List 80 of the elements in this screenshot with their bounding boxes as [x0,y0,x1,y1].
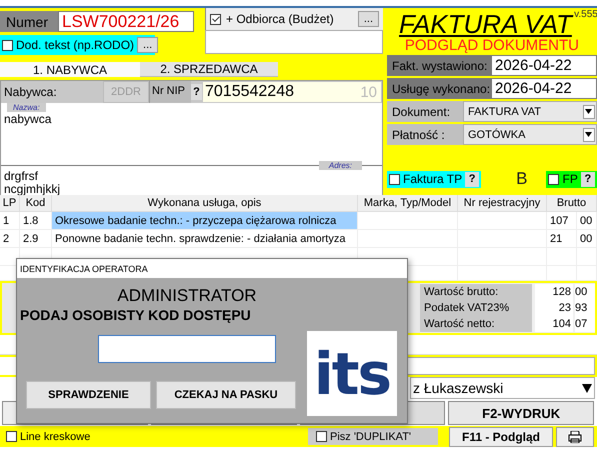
total-cents: 00 [575,284,595,300]
barcode-lines-label: Line kreskowe [20,430,90,442]
print-button[interactable]: F2-WYDRUK [448,401,594,425]
total-value: 128 [535,284,573,300]
recipient-label: + Odbiorca (Budżet) [226,12,334,26]
flag-label: FP [562,172,578,186]
flag-label: Faktura TP [403,172,462,186]
number-field[interactable]: LSW700221/26 [58,11,194,32]
total-value: 23 [535,300,573,316]
field-label: Dokument: [387,101,463,122]
buyer-address-field[interactable]: drgfrsf ncgjmhjkkj [1,170,382,196]
total-label: Podatek VAT23% [420,300,532,316]
column-header: Brutto [547,195,597,212]
duplicate-checkbox[interactable] [316,431,327,442]
table-cell: 107 [547,212,577,230]
more-button[interactable]: ... [358,11,379,27]
field-label: Płatność : [387,124,463,145]
flag-checkbox[interactable] [389,174,400,184]
dropdown-caret-icon[interactable] [582,384,592,392]
user-name: ADMINISTRATOR [117,286,257,306]
address-caption: Adres: [318,161,362,170]
table-cell: 2.9 [20,230,52,248]
total-value: 104 [535,316,573,332]
column-header: Kod [20,195,52,212]
more-button[interactable]: ... [137,37,158,53]
dropdown-caret-icon[interactable] [582,128,595,142]
document-subtitle: PODGLĄD DOKUMENTU [404,38,579,53]
barcode-lines-checkbox[interactable] [6,431,17,442]
extra-text-checkbox[interactable] [2,40,13,50]
table-cell: 00 [577,230,597,248]
extra-text-label: Dod. tekst (np.RODO) [16,38,134,52]
flag-checkbox[interactable] [548,174,560,184]
number-label: Numer [0,11,58,32]
recipient-checkbox[interactable] [210,14,221,24]
total-cents: 93 [575,300,595,316]
table-cell: 00 [577,212,597,230]
operator-dropdown[interactable]: z Łukaszewski [410,377,595,399]
column-header: Wykonana usługa, opis [52,195,358,212]
dropdown-caret-icon[interactable] [582,104,595,118]
access-code-field[interactable] [98,335,276,363]
printer-icon [568,430,582,442]
nip-length: 10 [360,84,377,100]
table-cell[interactable]: Okresowe badanie techn.: - przyczepa ciężarowa rolnicza [52,212,358,230]
logo: its [307,331,397,416]
document-title: FAKTURA VAT [399,10,572,38]
total-label: Wartość brutto: [420,284,532,300]
table-cell[interactable]: Ponowne badanie techn. sprawdzenie: - działania amortyza [52,230,358,248]
nip-label: Nr NIP [149,81,191,103]
help-button[interactable]: ? [191,84,202,100]
nip-value: 7015542248 [205,83,294,101]
printer-button[interactable] [556,426,594,446]
dialog-title: IDENTYFIKACJA OPERATORA [17,259,407,278]
access-code-prompt: PODAJ OSOBISTY KOD DOSTĘPU [20,307,251,323]
column-header: Nr rejestracyjny [458,195,547,212]
field-label: Usługę wykonano: [387,78,491,99]
total-label: Wartość netto: [420,316,532,332]
duplicate-label: Pisz 'DUPLIKAT' [330,430,412,442]
tab[interactable]: 1. NABYWCA [0,62,140,77]
table-cell: 1 [0,212,20,230]
preview-button[interactable]: F11 - Podgląd [449,426,553,446]
recipient-field[interactable] [205,30,383,54]
date-field[interactable]: 2026-04-22 [491,55,597,76]
name-caption: Nazwa: [7,103,46,112]
nip-field[interactable]: 7015542248 10 [203,82,381,102]
marker-letter: B [516,169,528,189]
field-label: Fakt. wystawiono: [387,55,491,76]
table-cell: 21 [547,230,577,248]
tab[interactable]: 2. SPRZEDAWCA [140,62,278,77]
total-cents: 07 [575,316,595,332]
column-header: LP [0,195,20,212]
help-button[interactable]: ? [580,172,595,186]
table-cell: 2 [0,230,20,248]
dialog-button[interactable]: CZEKAJ NA PASKU [156,381,296,409]
date-field[interactable]: 2026-04-22 [491,78,597,99]
dropdown[interactable]: GOTÓWKA [463,124,597,145]
help-button[interactable]: ? [465,172,480,186]
dialog-button[interactable]: SPRAWDZENIE [26,381,151,409]
dropdown[interactable]: FAKTURA VAT [463,101,597,122]
column-header: Marka, Typ/Model [358,195,458,212]
buyer-label: Nabywca: [3,84,58,101]
